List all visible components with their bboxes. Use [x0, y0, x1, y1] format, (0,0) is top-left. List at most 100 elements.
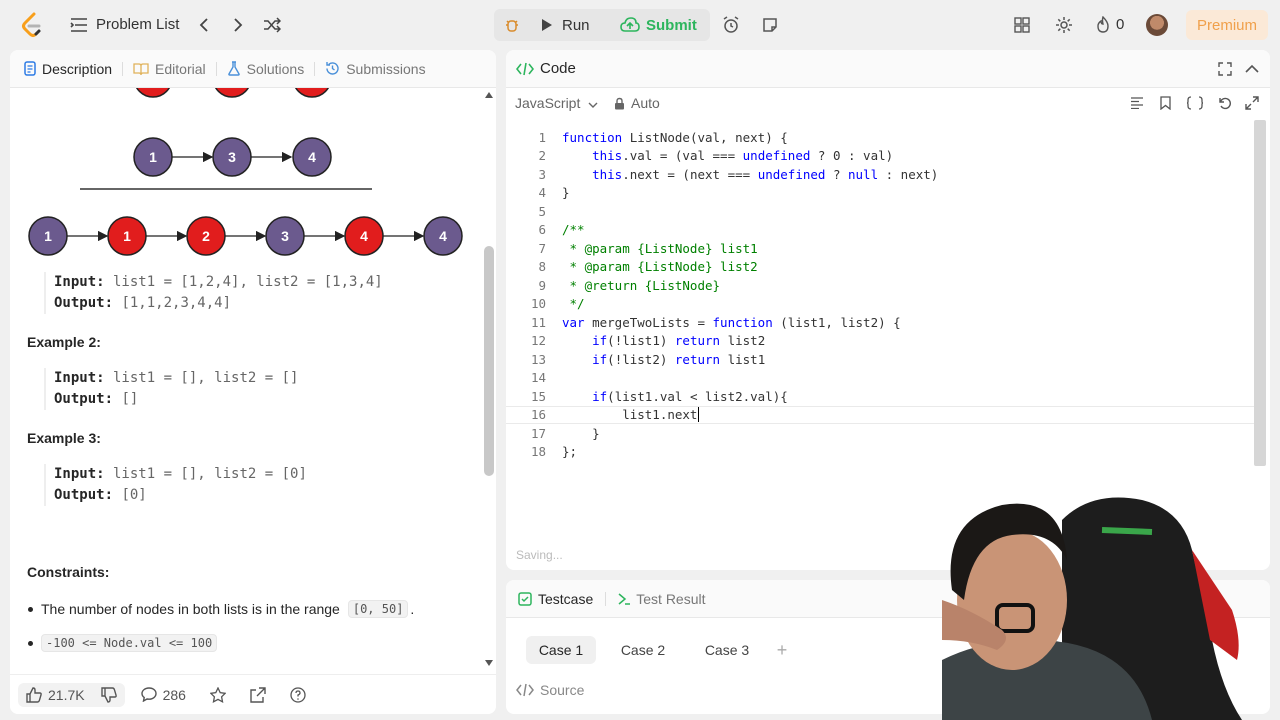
line-number: 5 — [538, 203, 546, 219]
case-3-button[interactable]: Case 3 — [692, 636, 762, 664]
scroll-up-icon[interactable] — [485, 92, 493, 98]
random-problem-button[interactable] — [258, 11, 286, 39]
share-icon — [250, 686, 266, 703]
input-label: Input: — [54, 370, 105, 386]
tab-test-result[interactable]: Test Result — [618, 591, 706, 607]
like-button[interactable]: 21.7K — [18, 682, 125, 707]
code-title: Code — [516, 60, 576, 77]
editor-toolbar: JavaScript Auto — [506, 88, 1270, 118]
list-node — [214, 88, 250, 98]
code-line[interactable]: 9 * @return {ListNode} — [506, 276, 1256, 295]
code-line[interactable]: 2 this.val = (val === undefined ? 0 : va… — [506, 147, 1256, 166]
tab-testcase[interactable]: Testcase — [518, 591, 593, 607]
code-line[interactable]: 18}; — [506, 443, 1256, 462]
note-icon — [763, 18, 777, 32]
code-line[interactable]: 3 this.next = (next === undefined ? null… — [506, 165, 1256, 184]
tab-solutions-label: Solutions — [246, 60, 305, 77]
constraints-title: Constraints: — [27, 564, 110, 580]
leetcode-logo-icon[interactable] — [20, 12, 44, 38]
maximize-icon[interactable] — [1218, 62, 1232, 76]
tab-solutions[interactable]: Solutions — [227, 60, 305, 77]
scroll-down-icon[interactable] — [485, 660, 493, 666]
premium-button[interactable]: Premium — [1186, 10, 1268, 40]
help-button[interactable] — [282, 683, 314, 707]
list-node: 4 — [344, 216, 384, 256]
code-line[interactable]: 11 var mergeTwoLists = function (list1, l… — [506, 313, 1256, 332]
code-text: if(list1.val < list2.val){ — [592, 388, 788, 404]
play-icon — [542, 19, 552, 31]
source-label: Source — [540, 682, 585, 698]
comment-count: 286 — [162, 686, 186, 703]
output-label: Output: — [54, 391, 114, 407]
add-case-button[interactable]: + — [770, 636, 794, 664]
collapse-icon[interactable] — [1245, 64, 1259, 74]
code-line[interactable]: 13 if(!list2) return list1 — [506, 350, 1256, 369]
chevron-left-icon — [199, 18, 208, 32]
notes-button[interactable] — [756, 11, 784, 39]
code-line[interactable]: 7 * @param {ListNode} list1 — [506, 239, 1256, 258]
node-label: 4 — [360, 228, 368, 244]
curly-braces-icon[interactable] — [1186, 96, 1204, 110]
auto-mode-toggle[interactable]: Auto — [614, 95, 660, 111]
code-line[interactable]: 5 — [506, 202, 1256, 221]
layout-button[interactable] — [1008, 11, 1036, 39]
next-problem-button[interactable] — [224, 11, 252, 39]
prev-problem-button[interactable] — [190, 11, 218, 39]
code-line[interactable]: 12 if(!list1) return list2 — [506, 332, 1256, 351]
grid-layout-icon — [1014, 17, 1030, 33]
settings-button[interactable] — [1050, 11, 1078, 39]
code-text: this.next = (next === undefined ? null :… — [592, 166, 939, 182]
thumbs-down-icon[interactable] — [100, 686, 117, 703]
user-avatar[interactable] — [1146, 14, 1168, 36]
case-2-button[interactable]: Case 2 — [608, 636, 678, 664]
code-line[interactable]: 15 if(list1.val < list2.val){ — [506, 387, 1256, 406]
constraint-code: -100 <= Node.val <= 100 — [41, 634, 218, 652]
favorite-button[interactable] — [202, 683, 234, 707]
run-button[interactable]: Run — [540, 9, 590, 41]
tab-description[interactable]: Description — [24, 61, 112, 77]
format-icon[interactable] — [1130, 97, 1144, 109]
code-line[interactable]: 4} — [506, 184, 1256, 203]
code-line[interactable]: 14 — [506, 369, 1256, 388]
code-line[interactable]: 6 /** — [506, 221, 1256, 240]
timer-button[interactable] — [717, 11, 745, 39]
tab-divider — [215, 61, 217, 76]
share-button[interactable] — [242, 683, 274, 707]
submit-button[interactable]: Submit — [620, 9, 697, 41]
example-3-input: list1 = [], list2 = [0] — [104, 466, 307, 482]
case-1-button[interactable]: Case 1 — [526, 636, 596, 664]
code-line[interactable]: 8 * @param {ListNode} list2 — [506, 258, 1256, 277]
code-line[interactable]: 16 list1.next — [506, 405, 1256, 424]
checkbox-icon — [518, 591, 532, 606]
saving-status: Saving... — [516, 548, 563, 562]
line-number: 15 — [530, 388, 546, 404]
code-editor[interactable]: 1 function ListNode(val, next) {2 this.va… — [506, 128, 1270, 468]
description-scrollbar[interactable] — [484, 246, 494, 476]
example-3-title: Example 3: — [27, 430, 101, 446]
chevron-down-icon — [588, 102, 598, 108]
fullscreen-icon[interactable] — [1245, 96, 1259, 110]
source-toggle[interactable]: Source — [516, 682, 584, 698]
streak-counter[interactable]: 0 — [1096, 16, 1124, 33]
tab-editorial[interactable]: Editorial — [133, 61, 206, 77]
merge-diagram: 1 3 4 1 1 2 3 4 4 — [28, 88, 463, 256]
code-text: */ — [562, 296, 585, 312]
debug-button[interactable] — [498, 11, 526, 39]
code-text: * @param {ListNode} list2 — [562, 259, 758, 275]
code-line[interactable]: 17 } — [506, 424, 1256, 443]
editor-scrollbar[interactable] — [1254, 120, 1266, 466]
comments-button[interactable]: 286 — [133, 683, 194, 707]
tab-submissions[interactable]: Submissions — [325, 61, 426, 77]
chevron-right-icon — [234, 18, 243, 32]
line-number: 18 — [530, 444, 546, 460]
list-node: 2 — [186, 216, 226, 256]
tab-editorial-label: Editorial — [155, 60, 206, 77]
problem-list-button[interactable]: Problem List — [70, 16, 179, 33]
code-line[interactable]: 1 function ListNode(val, next) { — [506, 128, 1256, 147]
bookmark-icon[interactable] — [1160, 96, 1171, 110]
reset-icon[interactable] — [1217, 96, 1231, 110]
code-line[interactable]: 10 */ — [506, 295, 1256, 314]
example-1-block: Input: list1 = [1,2,4], list2 = [1,3,4] … — [44, 272, 383, 314]
language-selector[interactable]: JavaScript — [515, 95, 598, 111]
code-text: list1.next — [562, 407, 698, 423]
